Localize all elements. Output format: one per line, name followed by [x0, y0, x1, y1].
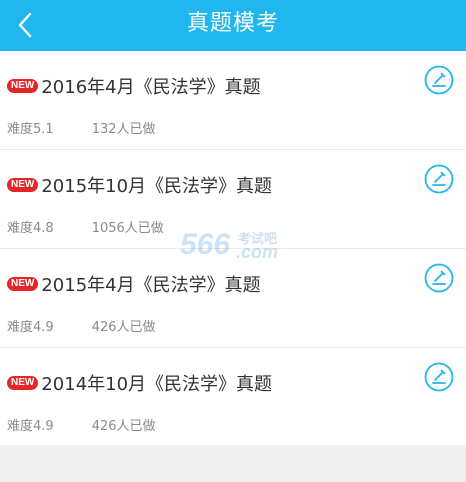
list-item[interactable]: NEW 2014年10月《民法学》真题 难度4.9 426人已做 [0, 348, 466, 445]
exam-title-row: NEW 2016年4月《民法学》真题 [7, 73, 396, 99]
exam-title: 2014年10月《民法学》真题 [41, 374, 273, 395]
difficulty-label: 难度4.9 [7, 320, 54, 335]
exam-title: 2015年10月《民法学》真题 [41, 176, 273, 197]
start-exam-button[interactable] [424, 164, 454, 194]
difficulty-label: 难度4.9 [7, 419, 54, 434]
attempts-count: 1056人已做 [91, 221, 164, 236]
new-badge: NEW [7, 277, 39, 291]
new-badge: NEW [7, 376, 39, 390]
attempts-count: 132人已做 [91, 122, 156, 137]
exam-list: NEW 2016年4月《民法学》真题 难度5.1 132人已做 NEW 2015年… [0, 51, 466, 445]
list-item[interactable]: NEW 2015年10月《民法学》真题 难度4.8 1056人已做 [0, 150, 466, 249]
list-item[interactable]: NEW 2016年4月《民法学》真题 难度5.1 132人已做 [0, 51, 466, 150]
list-item[interactable]: NEW 2015年4月《民法学》真题 难度4.9 426人已做 [0, 249, 466, 348]
attempts-count: 426人已做 [91, 320, 156, 335]
exam-meta: 难度4.9 426人已做 [7, 316, 156, 335]
difficulty-label: 难度5.1 [7, 122, 54, 137]
exam-title-row: NEW 2015年4月《民法学》真题 [7, 271, 396, 297]
exam-title-row: NEW 2015年10月《民法学》真题 [7, 172, 396, 198]
app-header: 真题模考 [0, 0, 466, 51]
page-title: 真题模考 [186, 11, 279, 36]
exam-title: 2015年4月《民法学》真题 [41, 275, 261, 296]
start-exam-button[interactable] [424, 263, 454, 293]
attempts-count: 426人已做 [91, 419, 156, 434]
new-badge: NEW [7, 178, 39, 192]
start-exam-button[interactable] [424, 65, 454, 95]
pencil-icon [424, 362, 454, 392]
exam-title: 2016年4月《民法学》真题 [41, 77, 261, 98]
exam-meta: 难度4.9 426人已做 [7, 415, 156, 434]
exam-title-row: NEW 2014年10月《民法学》真题 [7, 370, 396, 396]
empty-background [0, 449, 466, 482]
pencil-icon [424, 164, 454, 194]
exam-meta: 难度5.1 132人已做 [7, 118, 156, 137]
new-badge: NEW [7, 79, 39, 93]
pencil-icon [424, 263, 454, 293]
difficulty-label: 难度4.8 [7, 221, 54, 236]
pencil-icon [424, 65, 454, 95]
exam-meta: 难度4.8 1056人已做 [7, 217, 164, 236]
start-exam-button[interactable] [424, 362, 454, 392]
